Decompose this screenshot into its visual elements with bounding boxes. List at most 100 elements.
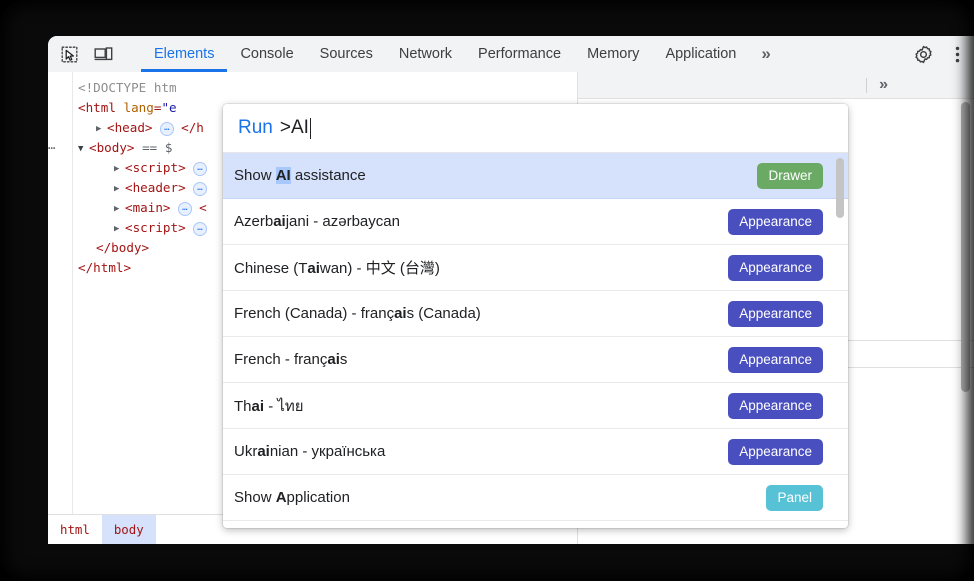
palette-row-title: Show AI assistance — [234, 167, 757, 184]
text-segment: Chinese (T — [234, 260, 308, 277]
styles-pane-toolbar: » — [578, 72, 974, 99]
script-tag: <script> — [125, 220, 186, 235]
tab-label: Network — [398, 46, 453, 62]
styles-overflow-icon[interactable]: » — [879, 76, 888, 94]
command-palette-input-row[interactable]: Run >AI — [223, 104, 848, 153]
dom-row-overflow-icon[interactable]: ⋯ — [48, 138, 55, 158]
palette-row[interactable]: Ukrainian - українська Appearance — [223, 429, 848, 475]
palette-row-title: French (Canada) - français (Canada) — [234, 305, 728, 322]
breadcrumb-item-html[interactable]: html — [48, 515, 102, 544]
tab-application[interactable]: Application — [652, 36, 749, 72]
chevron-right-icon[interactable]: ▶ — [114, 159, 125, 179]
devtools-tab-strip: Elements Console Sources Network Perform… — [48, 36, 974, 72]
palette-scrollbar[interactable] — [836, 158, 844, 218]
more-tabs-glyph: » — [761, 44, 771, 63]
palette-row-badge: Drawer — [757, 162, 823, 189]
tab-label: Elements — [154, 46, 215, 62]
tab-strip-actions — [887, 36, 974, 72]
palette-row-badge: Appearance — [728, 254, 823, 281]
styles-toolbar-divider — [866, 77, 868, 93]
tab-performance[interactable]: Performance — [465, 36, 574, 72]
collapsed-children-icon[interactable]: … — [178, 202, 192, 216]
text-segment: Th — [234, 397, 252, 415]
main-tag: <main> — [125, 200, 171, 215]
chevron-right-icon[interactable]: ▶ — [114, 219, 125, 239]
palette-row[interactable]: Show AI assistance Drawer — [223, 153, 848, 199]
head-tag: <head> — [107, 120, 153, 135]
panel-tabs: Elements Console Sources Network Perform… — [141, 36, 783, 72]
match-bold: ai — [394, 305, 407, 322]
palette-row-badge: Appearance — [728, 300, 823, 327]
main-tail: < — [199, 200, 207, 215]
collapsed-children-icon[interactable]: … — [193, 182, 207, 196]
body-tag: <body> — [89, 140, 135, 155]
match-bold: ai — [273, 213, 286, 230]
text-segment: French (Canada) - franç — [234, 305, 395, 322]
breadcrumb-item-body[interactable]: body — [101, 515, 156, 544]
collapsed-children-icon[interactable]: … — [193, 162, 207, 176]
breadcrumb-label: body — [113, 522, 144, 537]
inspect-element-icon[interactable] — [54, 46, 84, 63]
dom-line-doctype[interactable]: <!DOCTYPE htm — [48, 78, 577, 98]
palette-row[interactable]: French - français Appearance — [223, 337, 848, 383]
palette-row-badge: Appearance — [728, 438, 823, 465]
text-segment: Azerb — [234, 213, 274, 230]
text-segment: - ไทย — [264, 397, 304, 415]
text-segment: wan) - 中文 (台灣) — [319, 260, 440, 277]
chevron-right-icon[interactable]: ▶ — [96, 119, 107, 139]
text-segment: pplication — [286, 489, 350, 506]
text-segment: French - franç — [234, 351, 328, 368]
kebab-menu-icon[interactable] — [940, 36, 974, 72]
device-toolbar-icon[interactable] — [88, 46, 118, 63]
script-tag: <script> — [125, 160, 186, 175]
tab-console[interactable]: Console — [227, 36, 306, 72]
text-segment: Ukr — [234, 443, 258, 460]
collapsed-children-icon[interactable]: … — [193, 222, 207, 236]
html-lang-value: "e — [161, 100, 177, 115]
chevron-right-icon[interactable]: ▶ — [114, 199, 125, 219]
text-segment: assistance — [290, 167, 366, 184]
tab-elements[interactable]: Elements — [141, 36, 228, 72]
palette-row[interactable]: Chinese (Taiwan) - 中文 (台灣) Appearance — [223, 245, 848, 291]
palette-row[interactable]: Show Application Panel — [223, 475, 848, 521]
palette-row[interactable]: Azerbaijani - azərbaycan Appearance — [223, 199, 848, 245]
header-tag: <header> — [125, 180, 186, 195]
breadcrumb-label: html — [60, 522, 90, 537]
palette-row-badge: Panel — [766, 484, 823, 511]
head-close-tag: </h — [181, 120, 204, 135]
command-palette-input[interactable]: >AI — [280, 117, 309, 139]
tab-memory[interactable]: Memory — [574, 36, 652, 72]
palette-row[interactable]: Thai - ไทย Appearance — [223, 383, 848, 429]
doctype-text: <!DOCTYPE htm — [78, 80, 177, 95]
text-segment: s (Canada) — [406, 305, 481, 322]
text-caret — [309, 117, 311, 139]
html-close-tag: </html> — [78, 260, 132, 275]
text-segment: Show — [234, 489, 276, 506]
devtools-tool-buttons — [48, 36, 141, 72]
tab-sources[interactable]: Sources — [307, 36, 386, 72]
match-highlight: AI — [275, 167, 291, 184]
palette-row-title: Show Application — [234, 489, 766, 506]
command-palette-results[interactable]: Show AI assistance Drawer Azerbaijani - … — [223, 153, 848, 528]
palette-row-title: Ukrainian - українська — [234, 443, 728, 460]
chevron-right-icon[interactable]: ▶ — [114, 179, 125, 199]
palette-row-title: Azerbaijani - azərbaycan — [234, 213, 728, 230]
tab-label: Performance — [478, 46, 562, 62]
gear-icon[interactable] — [906, 36, 940, 72]
chevron-down-icon[interactable]: ▼ — [78, 139, 89, 159]
text-segment: Show — [234, 167, 276, 184]
tab-network[interactable]: Network — [386, 36, 465, 72]
more-tabs-icon[interactable]: » — [749, 36, 782, 72]
command-palette-dialog[interactable]: Run >AI Show AI assistance Drawer Azerba… — [223, 104, 848, 528]
window-frame: Elements Console Sources Network Perform… — [0, 0, 974, 581]
styles-pane-scrollbar[interactable] — [961, 102, 970, 392]
palette-row[interactable]: French (Canada) - français (Canada) Appe… — [223, 291, 848, 337]
collapsed-children-icon[interactable]: … — [160, 122, 174, 136]
html-lang-attr: lang — [123, 100, 154, 115]
palette-row-badge: Appearance — [728, 346, 823, 373]
match-bold: ai — [251, 397, 265, 415]
devtools-window: Elements Console Sources Network Perform… — [48, 36, 974, 544]
tab-label: Sources — [319, 46, 373, 62]
text-segment: s — [339, 351, 348, 368]
text-segment: nian - українська — [269, 443, 386, 460]
